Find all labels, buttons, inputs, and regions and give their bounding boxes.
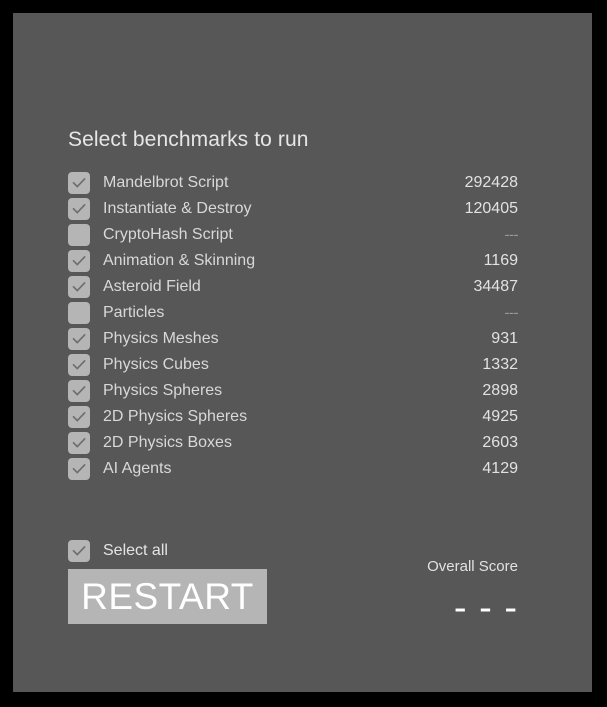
benchmark-label: Physics Meshes [103,330,219,347]
checkbox-mandelbrot-script[interactable] [68,172,90,194]
checkbox-2d-physics-boxes[interactable] [68,432,90,454]
benchmark-panel: Select benchmarks to run Mandelbrot Scri… [13,13,592,692]
benchmark-score: 931 [491,330,518,347]
checkbox-asteroid-field[interactable] [68,276,90,298]
benchmark-score: 1169 [483,252,518,269]
benchmark-label: Asteroid Field [103,278,201,295]
restart-button[interactable]: RESTART [68,569,267,624]
benchmark-row[interactable]: CryptoHash Script --- [68,222,518,248]
benchmark-row[interactable]: Asteroid Field 34487 [68,274,518,300]
benchmark-row[interactable]: Physics Cubes 1332 [68,352,518,378]
benchmark-score: --- [504,226,519,244]
benchmark-label: 2D Physics Boxes [103,434,232,451]
overall-score-label: Overall Score [427,558,518,575]
checkmark-icon [72,256,86,266]
benchmark-label: Animation & Skinning [103,252,256,269]
checkbox-ai-agents[interactable] [68,458,90,480]
checkbox-animation-skinning[interactable] [68,250,90,272]
benchmark-row[interactable]: Animation & Skinning 1169 [68,248,518,274]
benchmark-score: 34487 [473,278,519,295]
checkmark-icon [72,334,86,344]
checkmark-icon [72,438,86,448]
benchmark-list: Mandelbrot Script 292428 Instantiate & Des… [68,170,518,482]
benchmark-row[interactable]: 2D Physics Boxes 2603 [68,430,518,456]
benchmark-label: CryptoHash Script [103,226,233,243]
benchmark-score: 2603 [482,434,518,451]
benchmark-label: Physics Cubes [103,356,209,373]
checkbox-cryptohash-script[interactable] [68,224,90,246]
checkmark-icon [72,412,86,422]
benchmark-row[interactable]: Instantiate & Destroy 120405 [68,196,518,222]
checkmark-icon [72,386,86,396]
benchmark-score: 4925 [482,408,518,425]
checkbox-physics-meshes[interactable] [68,328,90,350]
checkmark-icon [72,204,86,214]
benchmark-label: AI Agents [103,460,172,477]
checkbox-physics-spheres[interactable] [68,380,90,402]
select-all-label: Select all [103,542,168,559]
checkbox-physics-cubes[interactable] [68,354,90,376]
benchmark-row[interactable]: Mandelbrot Script 292428 [68,170,518,196]
benchmark-label: Physics Spheres [103,382,223,399]
checkbox-particles[interactable] [68,302,90,324]
benchmark-row[interactable]: AI Agents 4129 [68,456,518,482]
benchmark-row[interactable]: Physics Spheres 2898 [68,378,518,404]
benchmark-row[interactable]: Physics Meshes 931 [68,326,518,352]
checkbox-select-all[interactable] [68,540,90,562]
benchmark-row[interactable]: 2D Physics Spheres 4925 [68,404,518,430]
benchmark-score: 4129 [482,460,518,477]
checkmark-icon [72,282,86,292]
checkbox-instantiate-destroy[interactable] [68,198,90,220]
benchmark-score: 292428 [464,174,518,191]
benchmark-score: 120405 [464,200,518,217]
benchmark-label: Mandelbrot Script [103,174,229,191]
page-title: Select benchmarks to run [68,128,309,151]
benchmark-score: --- [504,304,519,322]
checkmark-icon [72,464,86,474]
benchmark-label: 2D Physics Spheres [103,408,248,425]
benchmark-row[interactable]: Particles --- [68,300,518,326]
restart-button-label: RESTART [81,576,254,617]
checkbox-2d-physics-spheres[interactable] [68,406,90,428]
checkmark-icon [72,178,86,188]
benchmark-score: 1332 [482,356,518,373]
checkmark-icon [72,546,86,556]
select-all-row[interactable]: Select all [68,540,168,562]
overall-score-value: - - - [453,587,518,629]
benchmark-score: 2898 [482,382,518,399]
benchmark-label: Instantiate & Destroy [103,200,252,217]
benchmark-label: Particles [103,304,165,321]
checkmark-icon [72,360,86,370]
